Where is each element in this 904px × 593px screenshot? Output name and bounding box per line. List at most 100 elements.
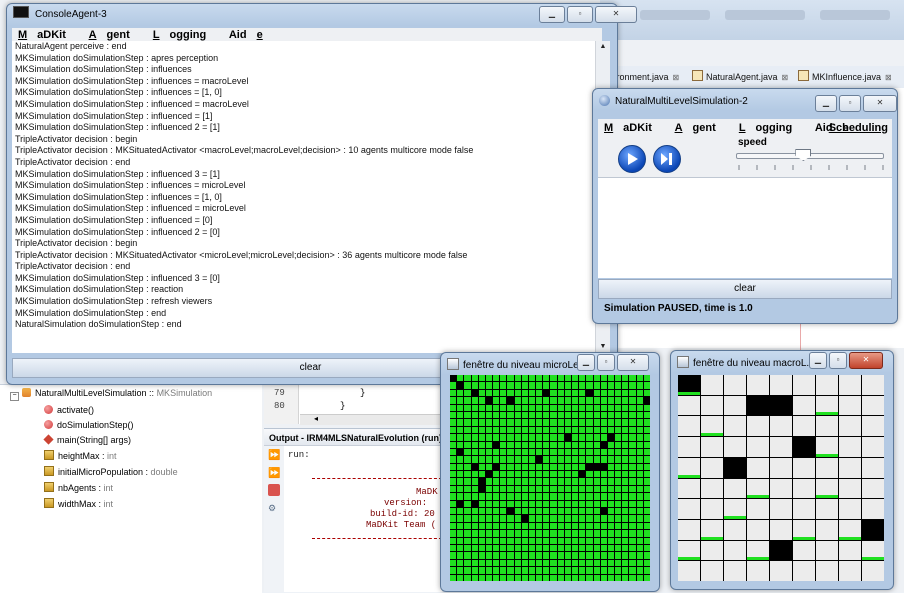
micro-grid-cell: [572, 411, 579, 419]
micro-grid-cell: [493, 478, 500, 485]
output-console[interactable]: run: MaDK version: build-id: 20 MaDKit T…: [284, 446, 442, 592]
navigator-method[interactable]: main(String[] args): [43, 432, 131, 448]
micro-grid-cell: [615, 404, 622, 411]
minimize-button[interactable]: ▁: [815, 95, 837, 112]
menu-agent[interactable]: Agent: [89, 29, 140, 41]
editor-tab[interactable]: NaturalAgent.java ⊠: [692, 70, 788, 84]
maximize-button[interactable]: ▫: [839, 95, 861, 112]
close-button[interactable]: ✕: [617, 354, 649, 371]
menu-madkit[interactable]: MaDKit: [604, 122, 662, 134]
menu-aide[interactable]: Aid e: [229, 29, 273, 41]
micro-grid-cell: [528, 375, 536, 382]
micro-level-grid[interactable]: [450, 375, 650, 581]
micro-grid-cell: [485, 411, 493, 419]
micro-grid-cell: [579, 500, 586, 508]
maximize-button[interactable]: ▫: [567, 6, 593, 23]
window-titlebar[interactable]: ConsoleAgent-3: [13, 4, 107, 28]
menu-scheduling[interactable]: Scheduling: [829, 119, 888, 137]
step-button[interactable]: [653, 145, 681, 173]
micro-grid-cell: [457, 404, 464, 411]
taskbar-item[interactable]: [820, 10, 890, 20]
close-button[interactable]: ✕: [863, 95, 897, 112]
close-button[interactable]: ✕: [595, 6, 637, 23]
navigator-method[interactable]: doSimulationStep(): [44, 417, 134, 433]
macro-grid-cell: [701, 437, 723, 457]
stop-icon[interactable]: [268, 484, 280, 496]
micro-grid-cell: [629, 567, 636, 574]
micro-grid-cell: [615, 559, 622, 567]
menu-logging[interactable]: Logging: [739, 122, 802, 134]
macro-level-window[interactable]: fenêtre du niveau macroL... ▁ ▫ ✕: [670, 350, 894, 590]
close-icon[interactable]: ⊠: [782, 73, 789, 82]
menu-agent[interactable]: Agent: [675, 122, 726, 134]
micro-grid-cell: [536, 500, 543, 508]
micro-grid-cell: [464, 434, 471, 441]
micro-grid-cell: [557, 434, 564, 441]
taskbar-item[interactable]: [725, 10, 805, 20]
micro-grid-cell: [471, 515, 478, 522]
micro-level-window[interactable]: fenêtre du niveau microLe... ▁ ▫ ✕: [440, 352, 660, 592]
navigator-field[interactable]: heightMax : int: [44, 448, 117, 464]
micro-grid-cell: [579, 567, 586, 574]
macro-grid-cell: [839, 416, 861, 437]
minimize-button[interactable]: ▁: [809, 352, 827, 369]
minimize-button[interactable]: ▁: [577, 354, 595, 371]
collapse-icon[interactable]: −: [10, 392, 19, 401]
console-agent-window[interactable]: ConsoleAgent-3 ▁ ▫ ✕ MaDKit Agent Loggin…: [6, 3, 637, 385]
micro-grid-cell: [485, 515, 493, 522]
simulation-log-area[interactable]: [598, 177, 892, 278]
editor-tab[interactable]: vironment.java ⊠: [610, 70, 679, 84]
micro-grid-cell: [507, 463, 514, 471]
taskbar-item[interactable]: [640, 10, 710, 20]
micro-grid-cell: [607, 404, 615, 411]
speed-slider-thumb[interactable]: [795, 149, 812, 161]
macro-level-grid[interactable]: [678, 375, 884, 581]
horizontal-scrollbar[interactable]: ◂: [300, 414, 442, 425]
maximize-button[interactable]: ▫: [597, 354, 615, 371]
navigator-field[interactable]: widthMax : int: [44, 496, 113, 512]
scroll-left-icon[interactable]: ◂: [314, 414, 318, 423]
minimize-button[interactable]: ▁: [539, 6, 565, 23]
simulation-clear-button[interactable]: clear: [598, 279, 892, 299]
micro-grid-cell: [485, 485, 493, 493]
scroll-up-icon[interactable]: ▲: [596, 41, 610, 53]
micro-grid-cell: [607, 574, 615, 581]
navigator-field[interactable]: initialMicroPopulation : double: [44, 464, 178, 480]
editor-tab[interactable]: MKInfluence.java ⊠: [798, 70, 892, 84]
micro-grid-cell: [521, 463, 528, 471]
rerun-icon[interactable]: ⏩: [268, 450, 280, 462]
run-button[interactable]: [618, 145, 646, 173]
navigator-field[interactable]: nbAgents : int: [44, 480, 113, 496]
micro-grid-cell: [543, 382, 550, 389]
micro-grid-cell: [514, 530, 521, 537]
close-button[interactable]: ✕: [849, 352, 883, 369]
micro-grid-cell: [457, 485, 464, 493]
navigator-class-node[interactable]: − NaturalMultiLevelSimulation :: MKSimula…: [10, 385, 212, 401]
micro-grid-cell: [579, 441, 586, 448]
micro-grid-cell: [457, 537, 464, 545]
micro-grid-cell: [500, 397, 507, 404]
menu-logging[interactable]: Logging: [153, 29, 216, 41]
window-titlebar[interactable]: fenêtre du niveau macroL...: [677, 353, 815, 377]
micro-grid-cell: [543, 448, 550, 456]
micro-grid-cell: [485, 426, 493, 434]
menu-madkit[interactable]: MaDKit: [18, 29, 76, 41]
micro-grid-cell: [636, 471, 643, 478]
micro-grid-cell: [464, 508, 471, 515]
macro-grid-cell: [793, 375, 815, 395]
console-log-area[interactable]: NaturalAgent perceive : end MKSimulation …: [12, 41, 595, 353]
close-icon[interactable]: ⊠: [673, 73, 680, 82]
settings-icon[interactable]: ⚙: [268, 502, 280, 514]
micro-grid-cell: [550, 404, 557, 411]
navigator-method[interactable]: activate(): [44, 402, 94, 418]
class-icon: [22, 388, 31, 397]
micro-grid-cell: [586, 530, 593, 537]
close-icon[interactable]: ⊠: [885, 73, 892, 82]
window-titlebar[interactable]: NaturalMultiLevelSimulation-2: [599, 91, 748, 115]
rerun-disabled-icon[interactable]: ⏩: [268, 468, 280, 480]
micro-grid-cell: [564, 478, 572, 485]
output-panel-title[interactable]: Output - IRM4MLSNaturalEvolution (run): [264, 428, 442, 446]
simulation-window[interactable]: NaturalMultiLevelSimulation-2 ▁ ▫ ✕ MaDK…: [592, 88, 898, 324]
maximize-button[interactable]: ▫: [829, 352, 847, 369]
micro-grid-cell: [514, 426, 521, 434]
